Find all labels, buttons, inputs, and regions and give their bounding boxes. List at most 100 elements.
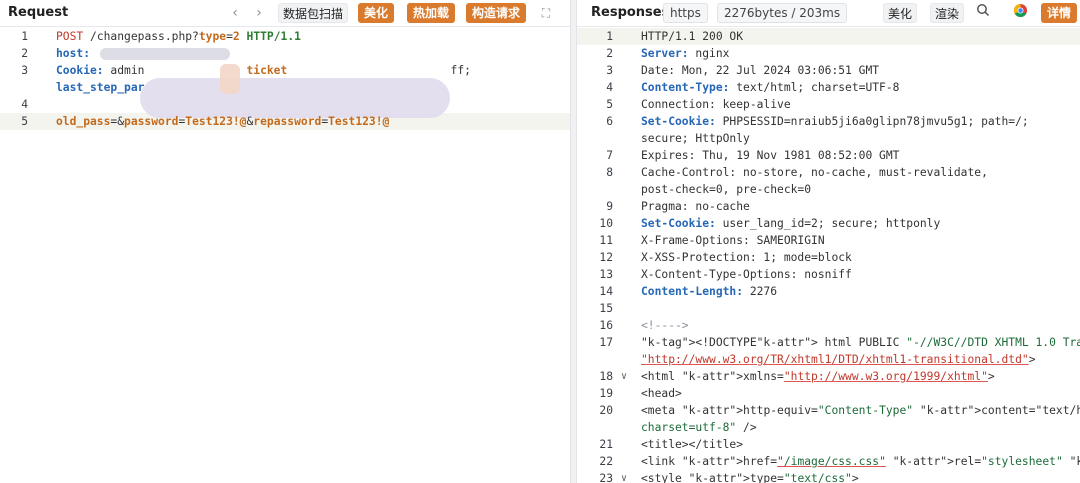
response-line: post-check=0, pre-check=0 <box>641 183 812 196</box>
response-editor[interactable]: 1 HTTP/1.1 200 OK 2 Server: nginx 3 Date: Mon… <box>577 28 1080 483</box>
hot-load-button[interactable]: 热加载 <box>407 3 456 23</box>
header-key: Cache-Control: <box>641 166 737 179</box>
http-method: POST <box>56 30 84 43</box>
request-path: /changepass.php? <box>90 30 199 43</box>
header-value: no-store, no-cache, must-revalidate, <box>736 166 988 179</box>
line-number: 13 <box>599 268 613 281</box>
construct-request-button[interactable]: 构造请求 <box>466 3 527 23</box>
response-line: Expires: Thu, 19 Nov 1981 08:52:00 GMT <box>641 149 899 162</box>
header-value: nginx <box>688 47 730 60</box>
response-line: Content-Length: 2276 <box>641 285 777 298</box>
chrome-icon[interactable] <box>1010 3 1030 23</box>
response-toolbar: Responses https 2276bytes / 203ms 美化 渲染 … <box>577 0 1080 27</box>
response-line: Pragma: no-cache <box>641 200 750 213</box>
response-line: <head> <box>641 387 682 400</box>
line-number: 16 <box>599 319 613 332</box>
response-line: X-Content-Type-Options: nosniff <box>641 268 852 281</box>
header-key: Content-Type: <box>641 81 730 94</box>
response-line: Server: nginx <box>641 47 729 60</box>
header-key: Connection: <box>641 98 716 111</box>
response-line: <!----> <box>641 319 689 332</box>
query-param-value: 2 <box>232 30 240 43</box>
query-param-name: type <box>198 30 227 43</box>
chevron-left-icon[interactable]: ‹ <box>225 3 245 23</box>
response-line: <link "k-attr">href="/image/css.css" "k-… <box>641 455 1080 468</box>
line-number: 20 <box>599 404 613 417</box>
line-number: 4 <box>606 81 613 94</box>
header-value: text/html; charset=UTF-8 <box>729 81 900 94</box>
header-key: Pragma: <box>641 200 689 213</box>
response-line: <title></title> <box>641 438 744 451</box>
request-pane: Request ‹ › 数据包扫描 美化 热加载 构造请求 ⛶ 1 POST /… <box>0 0 570 483</box>
cookie-part: ff; <box>450 64 471 77</box>
line-number: 4 <box>21 98 28 111</box>
response-line: <style "k-attr">type="text/css"> <box>641 472 859 483</box>
line-number: 14 <box>599 285 613 298</box>
response-line: "http://www.w3.org/TR/xhtml1/DTD/xhtml1-… <box>641 353 1036 366</box>
cookie-header: Cookie: admin ticket ff; <box>56 64 471 77</box>
fold-chevron-icon[interactable]: ∨ <box>621 473 627 483</box>
line-number: 5 <box>606 98 613 111</box>
header-value: PHPSESSID=nraiub5ji6a0glipn78jmvu5g1; pa… <box>715 115 1029 128</box>
response-line: Set-Cookie: user_lang_id=2; secure; http… <box>641 217 940 230</box>
render-button[interactable]: 渲染 <box>930 3 965 23</box>
response-pane: Responses https 2276bytes / 203ms 美化 渲染 … <box>577 0 1080 483</box>
query-eq: = <box>226 30 233 43</box>
header-key: Date: <box>641 64 676 77</box>
search-icon[interactable] <box>973 3 993 23</box>
header-key: X-Frame-Options: <box>641 234 750 247</box>
line-number: 7 <box>606 149 613 162</box>
header-value: 1; mode=block <box>756 251 852 264</box>
http-protocol: HTTP/1.1 <box>246 30 301 43</box>
response-line: Set-Cookie: PHPSESSID=nraiub5ji6a0glipn7… <box>641 115 1029 128</box>
response-line: "k-tag"><!DOCTYPE"k-attr"> html PUBLIC "… <box>641 336 1080 349</box>
header-value: SAMEORIGIN <box>749 234 825 247</box>
host-header: host: <box>56 47 90 60</box>
body-param-name: password <box>124 115 179 128</box>
response-line: secure; HttpOnly <box>641 132 750 145</box>
response-line: <html "k-attr">xmlns="http://www.w3.org/… <box>641 370 995 383</box>
header-value: keep-alive <box>715 98 791 111</box>
response-line: X-Frame-Options: SAMEORIGIN <box>641 234 825 247</box>
line-number: 11 <box>599 234 613 247</box>
beautify-button[interactable]: 美化 <box>883 3 918 23</box>
header-value: Mon, 22 Jul 2024 03:06:51 GMT <box>675 64 880 77</box>
header-key: Expires: <box>641 149 696 162</box>
body-param-value: Test123!@ <box>185 115 247 128</box>
body-param-name: repassword <box>253 115 322 128</box>
request-editor[interactable]: 1 POST /changepass.php?type=2 HTTP/1.1 2… <box>0 28 570 483</box>
fold-chevron-icon[interactable]: ∨ <box>621 371 627 382</box>
response-line: Cache-Control: no-store, no-cache, must-… <box>641 166 988 179</box>
line-number: 1 <box>606 30 613 43</box>
packet-scan-button[interactable]: 数据包扫描 <box>278 3 349 23</box>
line-number: 9 <box>606 200 613 213</box>
response-line: Date: Mon, 22 Jul 2024 03:06:51 GMT <box>641 64 879 77</box>
cookie-part: last_step_par <box>56 81 145 94</box>
redacted-cookie-mark <box>220 64 240 94</box>
response-line: Content-Type: text/html; charset=UTF-8 <box>641 81 899 94</box>
beautify-button[interactable]: 美化 <box>358 3 395 23</box>
line-number: 19 <box>599 387 613 400</box>
header-value: Thu, 19 Nov 1981 08:52:00 GMT <box>695 149 900 162</box>
response-stats: 2276bytes / 203ms <box>717 3 848 23</box>
header-key: X-XSS-Protection: <box>641 251 757 264</box>
request-title: Request <box>8 5 69 20</box>
line-number: 23 <box>599 472 613 483</box>
line-number: 3 <box>21 64 28 77</box>
cookie-continuation: last_step_par <box>56 81 144 94</box>
body-sep: =& <box>110 115 125 128</box>
redacted-host <box>100 48 230 60</box>
line-number: 22 <box>599 455 613 468</box>
chevron-right-icon[interactable]: › <box>249 3 269 23</box>
request-line: POST /changepass.php?type=2 HTTP/1.1 <box>56 30 301 43</box>
header-key: host: <box>56 47 91 60</box>
response-title: Responses <box>591 5 670 20</box>
line-number: 2 <box>606 47 613 60</box>
pane-splitter[interactable] <box>570 0 577 483</box>
expand-icon[interactable]: ⛶ <box>536 3 556 23</box>
header-value: no-cache <box>688 200 750 213</box>
line-number: 15 <box>599 302 613 315</box>
line-number: 10 <box>599 217 613 230</box>
request-toolbar: Request ‹ › 数据包扫描 美化 热加载 构造请求 ⛶ <box>0 0 570 27</box>
detail-button[interactable]: 详情 <box>1041 3 1078 23</box>
